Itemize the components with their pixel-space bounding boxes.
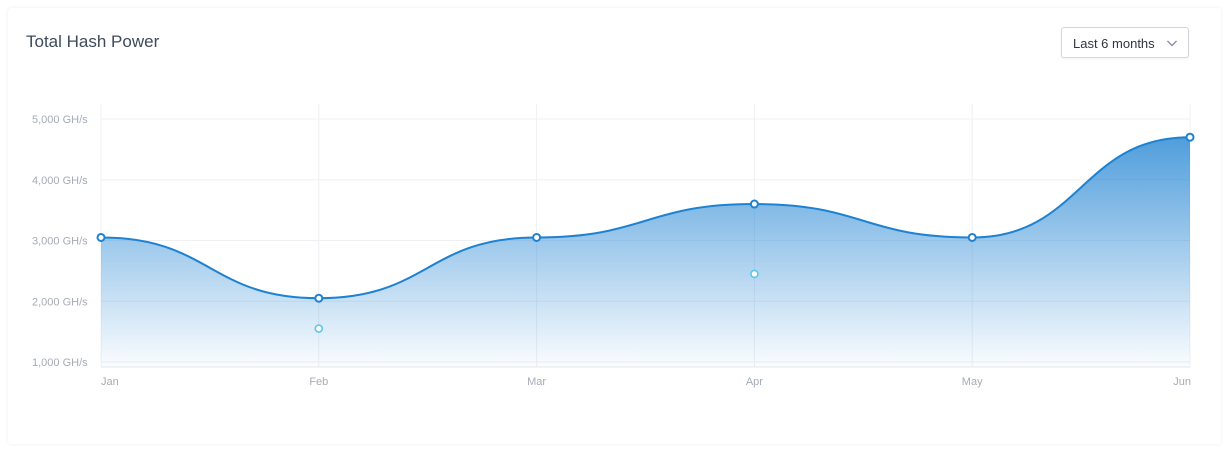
x-tick-label: Feb <box>309 376 328 388</box>
x-tick-label: Apr <box>746 376 763 388</box>
series-point <box>967 232 977 242</box>
x-tick-label: Jan <box>101 376 119 388</box>
x-tick-label: May <box>962 376 983 388</box>
series-point <box>749 199 759 209</box>
series-point <box>1185 132 1195 142</box>
x-tick-label: Mar <box>527 376 546 388</box>
y-tick-label: 1,000 GH/s <box>32 357 88 369</box>
series-point <box>96 232 106 242</box>
y-tick-label: 4,000 GH/s <box>32 175 88 187</box>
y-tick-label: 2,000 GH/s <box>32 296 88 308</box>
secondary-point <box>314 324 324 333</box>
y-tick-label: 3,000 GH/s <box>32 236 88 248</box>
series-point <box>314 293 324 303</box>
series-area-fill <box>101 137 1190 367</box>
series-point <box>532 232 542 242</box>
y-tick-label: 5,000 GH/s <box>32 114 88 126</box>
secondary-point <box>750 269 759 279</box>
hash-power-chart: 5,000 GH/s 4,000 GH/s 3,000 GH/s 2,000 GH/s… <box>32 104 1195 388</box>
x-tick-label: Jun <box>1173 376 1191 388</box>
